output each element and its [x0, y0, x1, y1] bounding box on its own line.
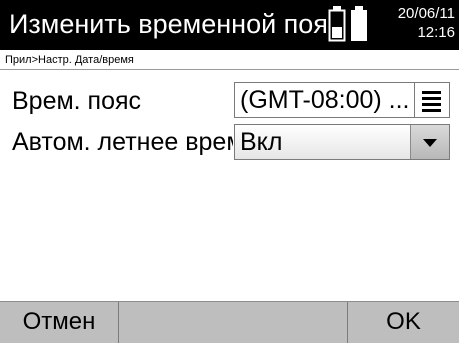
cancel-button[interactable]: Отмен — [0, 302, 119, 343]
title-bar: Изменить временной пояс 20/06/11 12:16 — [0, 0, 459, 50]
breadcrumb: Прил>Настр. Дата/время — [0, 50, 459, 70]
page-title: Изменить временной пояс — [9, 9, 342, 39]
chevron-down-icon[interactable] — [410, 125, 449, 159]
timezone-value: (GMT-08:00) ... — [240, 86, 410, 114]
time-label: 12:16 — [417, 24, 455, 41]
softkey-bar: Отмен OK — [0, 301, 459, 343]
dst-value: Вкл — [240, 128, 283, 156]
softkey-empty — [119, 302, 348, 343]
dst-label: Автом. летнее время — [12, 128, 233, 156]
list-menu-icon[interactable] — [414, 83, 449, 117]
battery-full-icon — [351, 6, 367, 41]
datetime: 20/06/11 12:16 — [398, 4, 455, 42]
timezone-label: Врем. пояс — [12, 87, 142, 115]
timezone-field[interactable]: (GMT-08:00) ... — [234, 82, 450, 118]
ok-button[interactable]: OK — [348, 302, 459, 343]
dst-dropdown[interactable]: Вкл — [234, 124, 450, 160]
battery-half-icon — [328, 6, 346, 42]
date-label: 20/06/11 — [397, 5, 455, 22]
